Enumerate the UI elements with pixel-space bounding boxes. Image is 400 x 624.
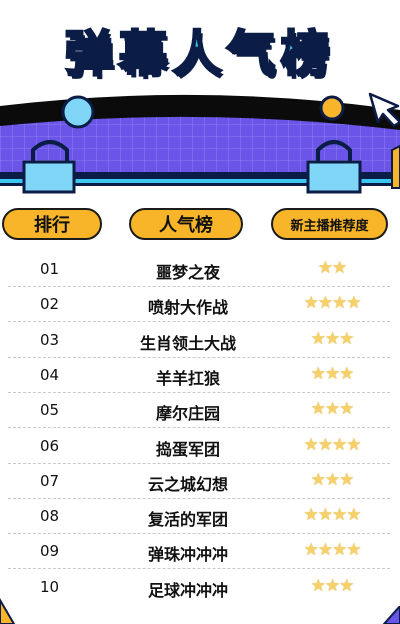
game-name: 复活的军团	[147, 510, 228, 530]
star-icon: ★	[303, 434, 319, 455]
star-rating: ★★★	[280, 329, 384, 349]
star-rating: ★★★	[280, 399, 384, 419]
rank-number: 03	[40, 330, 60, 349]
star-rating: ★★★★	[280, 293, 384, 313]
rank-number: 02	[40, 295, 60, 314]
star-icon: ★	[317, 505, 333, 526]
game-name: 噩梦之夜	[155, 263, 220, 282]
rank-number: 06	[40, 436, 60, 455]
page-title: 弹幕人气榜	[63, 25, 335, 84]
star-rating: ★★	[280, 258, 384, 278]
list-item: 01 噩梦之夜 ★★	[0, 252, 400, 287]
star-icon: ★	[317, 540, 333, 561]
star-icon: ★	[317, 434, 333, 455]
rank-number: 04	[40, 365, 60, 384]
recommend-header-pill: 新主播推荐度	[271, 208, 388, 240]
star-icon: ★	[332, 434, 347, 455]
game-name: 云之城幻想	[147, 474, 228, 494]
star-icon: ★	[324, 575, 340, 596]
star-icon: ★	[324, 399, 340, 420]
list-item: 08 复活的军团 ★★★★	[0, 499, 400, 534]
rank-number: 05	[40, 401, 60, 420]
game-name: 生肖领土大战	[139, 333, 236, 353]
star-icon: ★	[324, 469, 340, 490]
popularity-header-pill: 人气榜	[129, 208, 243, 240]
game-name: 捣蛋军团	[155, 439, 220, 459]
rank-number: 07	[40, 471, 60, 490]
star-icon: ★	[310, 575, 326, 596]
star-icon: ★	[303, 540, 319, 561]
star-icon: ★	[317, 258, 333, 278]
list-item: 09 弹珠冲冲冲 ★★★★	[0, 534, 400, 569]
list-item: 10 足球冲冲冲 ★★★	[0, 570, 400, 605]
star-icon: ★	[310, 363, 326, 384]
star-icon: ★	[317, 293, 333, 314]
popularity-header-label: 人气榜	[159, 215, 213, 236]
rank-header-label: 排行	[34, 215, 70, 236]
star-icon: ★	[303, 505, 319, 526]
star-rating: ★★★	[280, 470, 384, 490]
star-icon: ★	[310, 399, 326, 420]
star-rating: ★★★★	[280, 505, 384, 525]
star-icon: ★	[332, 505, 347, 526]
star-icon: ★	[332, 258, 347, 278]
header-band-decoration	[0, 92, 400, 194]
list-item: 03 生肖领土大战 ★★★	[0, 323, 400, 358]
star-rating: ★★★★	[280, 435, 384, 455]
rank-number: 08	[40, 507, 60, 526]
orange-ball-icon	[319, 95, 345, 121]
star-icon: ★	[324, 363, 340, 384]
game-name: 喷射大作战	[147, 298, 228, 318]
list-item: 04 羊羊扛狼 ★★★	[0, 358, 400, 393]
list-item: 07 云之城幻想 ★★★	[0, 464, 400, 499]
star-icon: ★	[324, 328, 340, 349]
star-icon: ★	[339, 399, 354, 420]
game-name: 羊羊扛狼	[155, 368, 220, 388]
rank-number: 09	[40, 542, 60, 561]
rank-header-pill: 排行	[2, 208, 102, 240]
star-icon: ★	[346, 434, 361, 455]
star-icon: ★	[310, 469, 326, 490]
star-icon: ★	[332, 540, 347, 561]
list-item: 05 摩尔庄园 ★★★	[0, 393, 400, 428]
list-item: 02 喷射大作战 ★★★★	[0, 287, 400, 322]
rank-number: 01	[40, 260, 60, 278]
corner-triangle-left	[0, 598, 16, 624]
star-rating: ★★★	[280, 364, 384, 384]
game-name: 摩尔庄园	[155, 404, 220, 424]
game-name: 弹珠冲冲冲	[147, 545, 228, 565]
star-rating: ★★★	[280, 576, 384, 596]
star-icon: ★	[346, 505, 361, 526]
star-icon: ★	[310, 328, 326, 349]
star-icon: ★	[332, 293, 347, 314]
recommend-header-label: 新主播推荐度	[290, 218, 369, 234]
star-icon: ★	[339, 363, 354, 384]
star-icon: ★	[303, 293, 319, 314]
star-icon: ★	[339, 469, 354, 490]
star-icon: ★	[339, 575, 354, 596]
game-name: 足球冲冲冲	[147, 580, 228, 600]
blue-ball-icon	[61, 95, 95, 129]
corner-triangle-right	[382, 606, 400, 624]
star-rating: ★★★★	[280, 540, 384, 560]
list-item: 06 捣蛋军团 ★★★★	[0, 429, 400, 464]
star-icon: ★	[346, 293, 361, 314]
star-icon: ★	[346, 540, 361, 561]
star-icon: ★	[339, 328, 354, 349]
rank-number: 10	[40, 577, 60, 596]
